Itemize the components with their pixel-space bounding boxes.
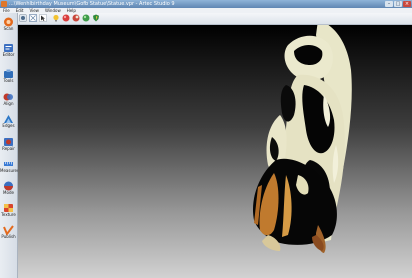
shield-icon[interactable] <box>92 14 100 22</box>
sidebar-item-label: Measures <box>0 168 20 173</box>
green-sphere-icon[interactable] <box>82 14 90 22</box>
3d-viewport[interactable] <box>18 25 412 278</box>
window-controls: – □ × <box>385 1 411 7</box>
sidebar-item-edges[interactable]: Edges <box>0 114 17 128</box>
texture-sphere-icon[interactable] <box>72 14 80 22</box>
sidebar-item-label: Scan <box>3 26 14 31</box>
sidebar-item-measures[interactable]: Measures <box>0 159 20 173</box>
sidebar-item-label: Mode <box>3 190 14 195</box>
sidebar-item-align[interactable]: Align <box>0 92 17 106</box>
fit-view-icon[interactable] <box>29 14 37 22</box>
sidebar-item-scan[interactable]: Scan <box>0 17 17 31</box>
color-sphere-icon[interactable] <box>62 14 70 22</box>
window-title: ...\Wenhlbirthday Museum\Gofb Statue\Sta… <box>9 1 175 7</box>
sidebar-item-label: Editor <box>2 52 15 57</box>
sidebar-item-label: Edges <box>2 123 15 128</box>
sidebar-item-publish[interactable]: Publish <box>0 225 17 239</box>
maximize-button[interactable]: □ <box>394 1 402 7</box>
statue-model[interactable] <box>18 25 412 278</box>
sidebar-item-editor[interactable]: Editor <box>0 43 17 57</box>
toolbar <box>17 13 412 25</box>
sidebar-item-label: Texture <box>1 212 16 217</box>
title-bar: ...\Wenhlbirthday Museum\Gofb Statue\Sta… <box>0 0 412 8</box>
sidebar: Scan Editor Tools Align Edges Repair Mea… <box>0 13 20 278</box>
close-button[interactable]: × <box>403 1 411 7</box>
sidebar-item-mode[interactable]: Mode <box>0 181 17 195</box>
sidebar-item-repair[interactable]: Repair <box>0 137 17 151</box>
minimize-button[interactable]: – <box>385 1 393 7</box>
light-icon[interactable] <box>52 14 60 22</box>
sidebar-item-tools[interactable]: Tools <box>0 69 17 83</box>
app-icon <box>1 1 7 7</box>
camera-icon[interactable] <box>19 14 27 22</box>
pointer-icon[interactable] <box>39 14 47 22</box>
sidebar-item-label: Tools <box>3 78 14 83</box>
sidebar-item-label: Publish <box>1 234 16 239</box>
sidebar-item-label: Repair <box>2 146 15 151</box>
sidebar-item-label: Align <box>3 101 14 106</box>
sidebar-item-texture[interactable]: Texture <box>0 203 17 217</box>
